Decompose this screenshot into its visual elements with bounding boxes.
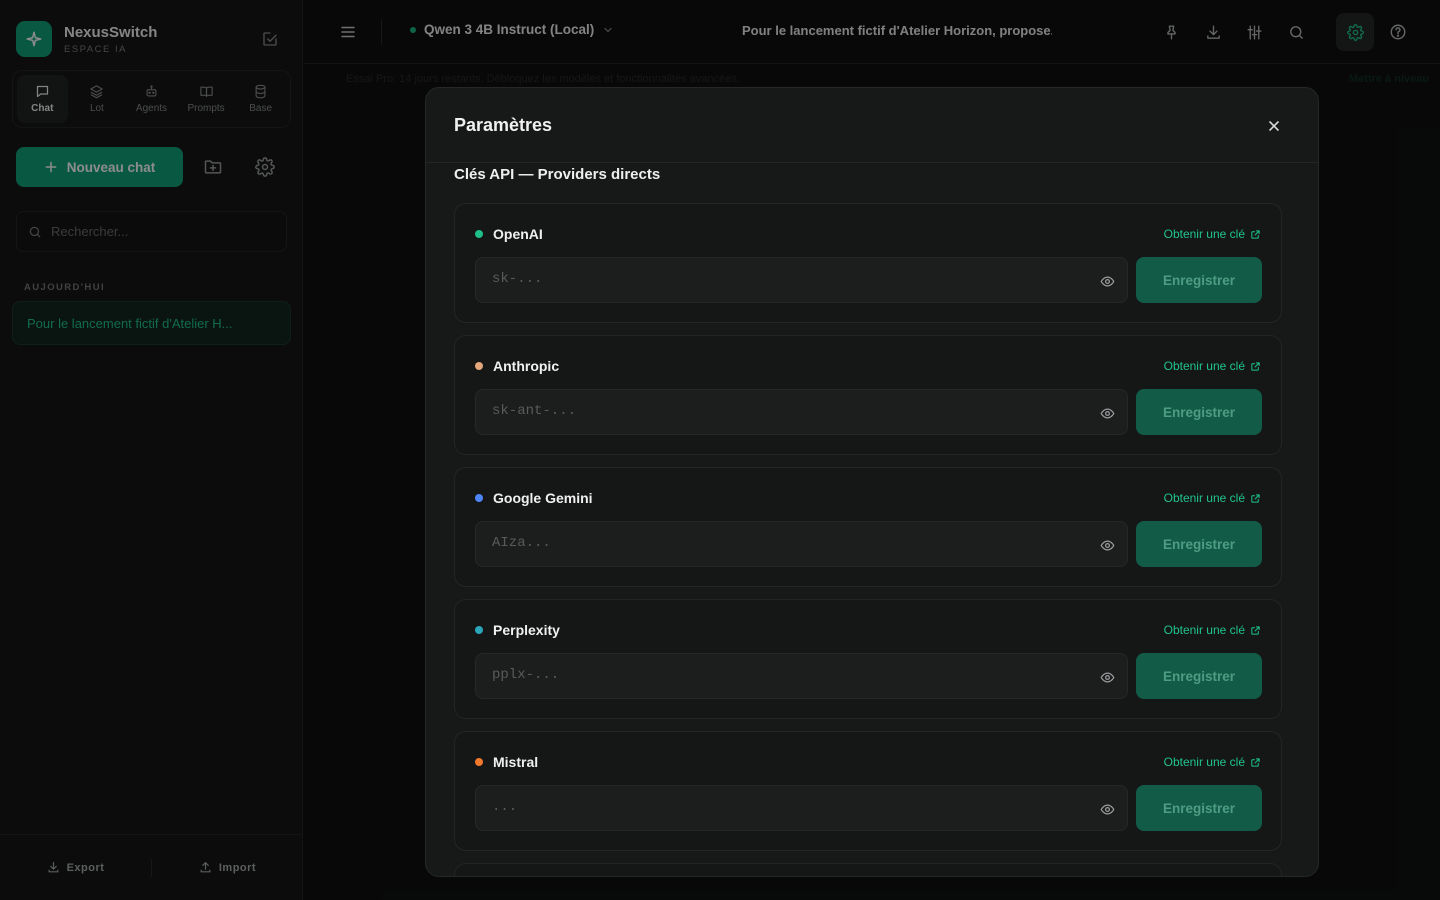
external-link-icon <box>1251 625 1260 635</box>
close-icon <box>1269 121 1279 131</box>
modal-body[interactable]: Clés API — Providers directs OpenAI Obte… <box>426 164 1318 876</box>
api-key-field <box>475 521 1128 567</box>
get-key-link[interactable]: Obtenir une clé <box>1164 491 1261 505</box>
api-key-input[interactable] <box>492 667 1072 683</box>
toggle-visibility-button[interactable] <box>1097 403 1117 423</box>
toggle-visibility-button[interactable] <box>1097 799 1117 819</box>
api-key-field <box>475 257 1128 303</box>
eye-icon <box>1100 803 1114 815</box>
api-key-field <box>475 785 1128 831</box>
get-key-link[interactable]: Obtenir une clé <box>1164 227 1261 241</box>
settings-modal: Paramètres Clés API — Providers directs … <box>425 87 1319 877</box>
api-key-input[interactable] <box>492 535 1072 551</box>
save-key-button[interactable]: Enregistrer <box>1136 257 1262 303</box>
get-key-link[interactable]: Obtenir une clé <box>1164 623 1261 637</box>
save-key-button[interactable]: Enregistrer <box>1136 389 1262 435</box>
external-link-icon <box>1251 229 1260 239</box>
provider-name: OpenAI <box>493 226 543 242</box>
api-keys-section-title: Clés API — Providers directs <box>454 166 661 183</box>
get-key-link[interactable]: Obtenir une clé <box>1164 755 1261 769</box>
provider-name: Google Gemini <box>493 490 593 506</box>
provider-card-perplexity: Perplexity Obtenir une clé Enregistrer <box>454 599 1282 719</box>
provider-status-dot <box>475 230 483 238</box>
provider-status-dot <box>475 362 483 370</box>
modal-title: Paramètres <box>454 115 553 135</box>
provider-card-openai: OpenAI Obtenir une clé Enregistrer <box>454 203 1282 323</box>
eye-icon <box>1100 671 1114 683</box>
provider-status-dot <box>475 758 483 766</box>
eye-icon <box>1100 407 1114 419</box>
provider-card-next <box>454 863 1282 876</box>
save-key-button[interactable]: Enregistrer <box>1136 521 1262 567</box>
save-key-button[interactable]: Enregistrer <box>1136 653 1262 699</box>
get-key-label: Obtenir une clé <box>1163 359 1245 373</box>
get-key-label: Obtenir une clé <box>1163 623 1245 637</box>
get-key-label: Obtenir une clé <box>1163 227 1245 241</box>
eye-icon <box>1100 275 1114 287</box>
external-link-icon <box>1251 361 1260 371</box>
provider-name: Anthropic <box>493 358 560 374</box>
provider-card-mistral: Mistral Obtenir une clé Enregistrer <box>454 731 1282 851</box>
toggle-visibility-button[interactable] <box>1097 535 1117 555</box>
save-key-button[interactable]: Enregistrer <box>1136 785 1262 831</box>
get-key-link[interactable]: Obtenir une clé <box>1164 359 1261 373</box>
api-key-input[interactable] <box>492 403 1072 419</box>
api-key-input[interactable] <box>492 271 1072 287</box>
external-link-icon <box>1251 493 1260 503</box>
provider-status-dot <box>475 626 483 634</box>
api-key-field <box>475 653 1128 699</box>
api-key-field <box>475 389 1128 435</box>
toggle-visibility-button[interactable] <box>1097 667 1117 687</box>
get-key-label: Obtenir une clé <box>1163 491 1245 505</box>
eye-icon <box>1100 539 1114 551</box>
provider-name: Mistral <box>493 754 539 770</box>
api-key-input[interactable] <box>492 799 1072 815</box>
provider-card-anthropic: Anthropic Obtenir une clé Enregistrer <box>454 335 1282 455</box>
modal-header: Paramètres <box>426 88 1318 163</box>
provider-name: Perplexity <box>493 622 560 638</box>
get-key-label: Obtenir une clé <box>1163 755 1245 769</box>
provider-status-dot <box>475 494 483 502</box>
external-link-icon <box>1251 757 1260 767</box>
provider-card-gemini: Google Gemini Obtenir une clé Enregistre… <box>454 467 1282 587</box>
close-button[interactable] <box>1263 115 1285 137</box>
toggle-visibility-button[interactable] <box>1097 271 1117 291</box>
